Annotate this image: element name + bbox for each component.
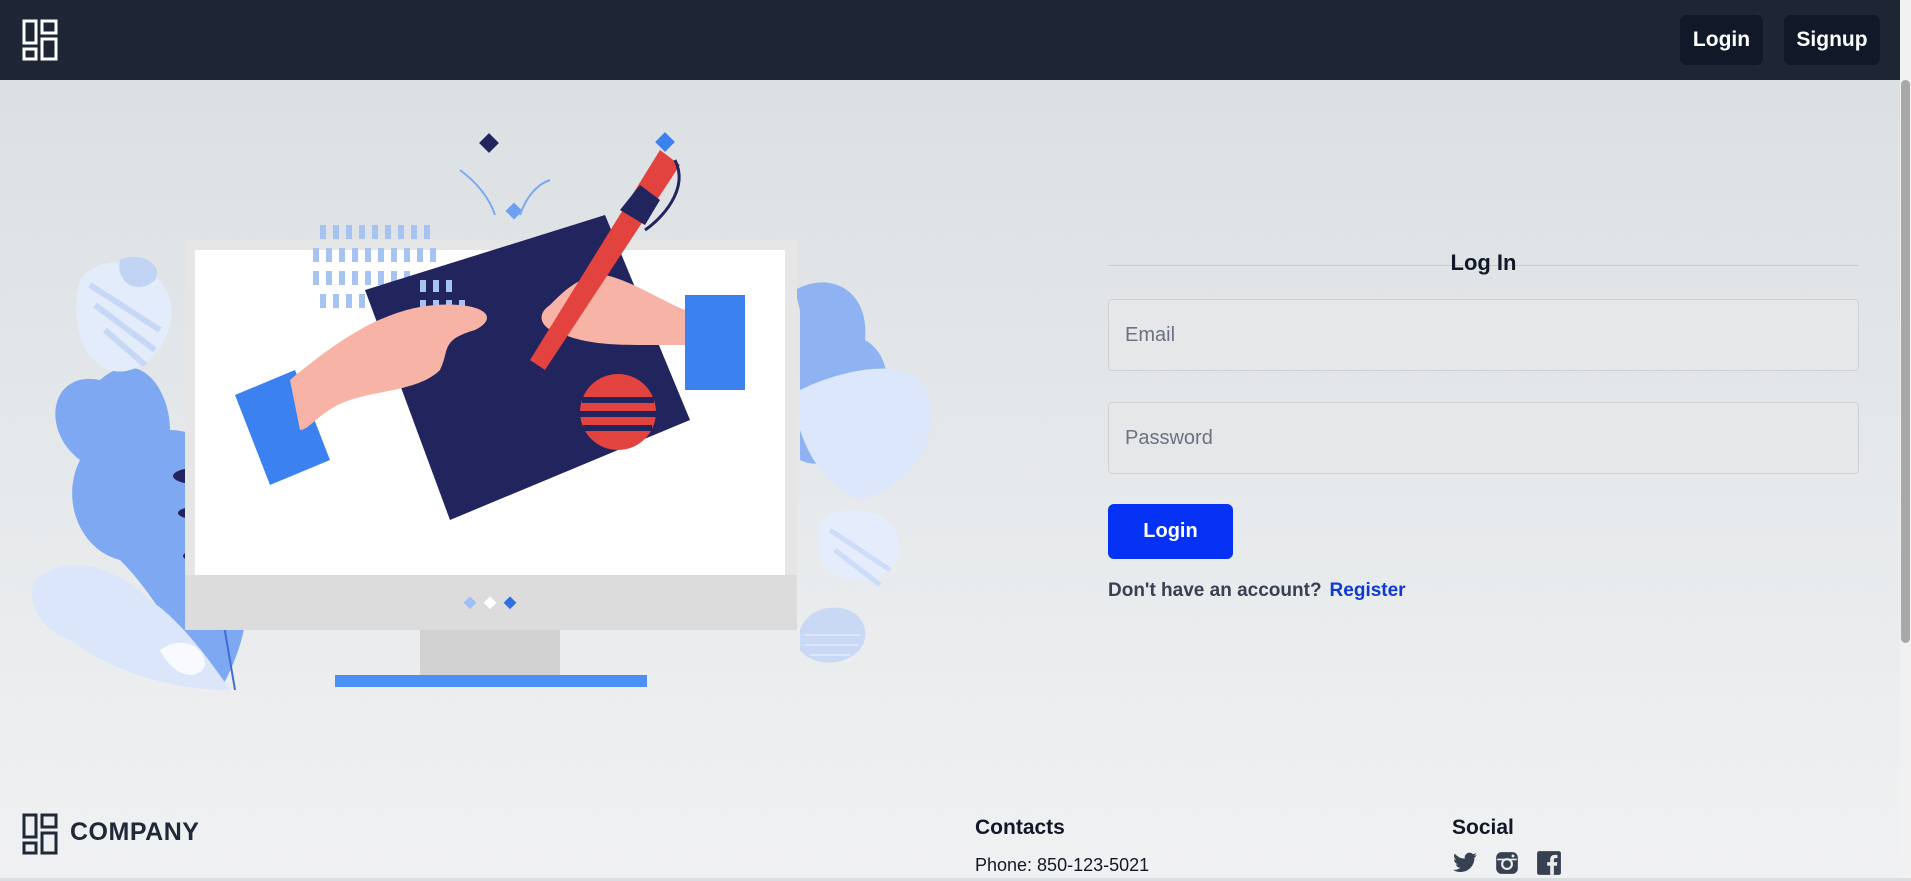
login-form: Log In Login Don't have an account? Regis… (1108, 250, 1859, 601)
nav-signup-button[interactable]: Signup (1784, 15, 1880, 65)
social-heading: Social (1452, 816, 1514, 839)
footer-logo-icon[interactable] (22, 813, 58, 855)
hero-illustration (31, 132, 932, 691)
contacts-phone: Phone: 850-123-5021 (975, 855, 1150, 875)
contacts-heading: Contacts (975, 816, 1065, 839)
floating-shapes-decoration (459, 133, 551, 220)
no-account-text: Don't have an account? (1108, 580, 1322, 601)
nav-login-button[interactable]: Login (1680, 15, 1763, 65)
footer-company-name: COMPANY (70, 818, 200, 846)
facebook-icon[interactable] (1536, 850, 1562, 876)
login-title-row: Log In (1108, 250, 1859, 280)
register-prompt: Don't have an account? Register (1108, 580, 1406, 602)
email-input[interactable] (1108, 299, 1859, 371)
scrollbar-thumb[interactable] (1901, 80, 1910, 643)
top-navbar: Login Signup (0, 0, 1900, 80)
login-submit-button[interactable]: Login (1108, 504, 1233, 559)
login-title: Log In (1450, 250, 1517, 275)
register-link[interactable]: Register (1330, 580, 1406, 601)
right-foliage-decoration (795, 282, 932, 663)
logo-icon[interactable] (22, 19, 58, 61)
password-input[interactable] (1108, 402, 1859, 474)
social-icons (1452, 850, 1562, 876)
instagram-icon[interactable] (1494, 850, 1520, 876)
twitter-icon[interactable] (1452, 850, 1478, 876)
